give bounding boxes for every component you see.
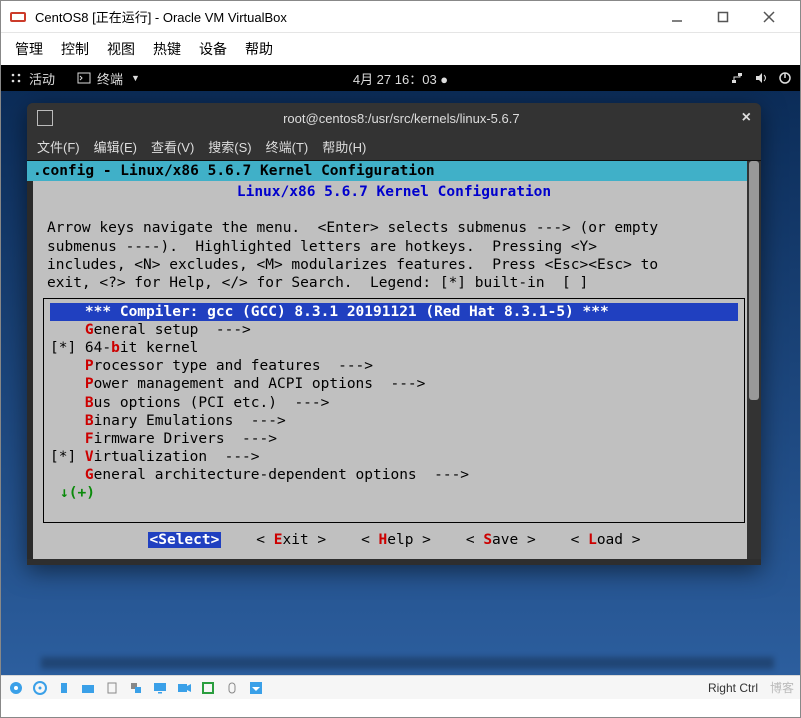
power-icon[interactable] [778,71,792,85]
menu-item-bus[interactable]: Bus options (PCI etc.) ---> [50,394,738,412]
vbox-titlebar[interactable]: CentOS8 [正在运行] - Oracle VM VirtualBox [1,1,800,33]
activities-label[interactable]: 活动 [29,69,55,88]
term-menu-edit[interactable]: 编辑(E) [94,137,137,156]
window-title: CentOS8 [正在运行] - Oracle VM VirtualBox [35,7,654,26]
terminal-title: root@centos8:/usr/src/kernels/linux-5.6.… [61,111,742,126]
menu-item-binary-emu[interactable]: Binary Emulations ---> [50,412,738,430]
term-menu-help[interactable]: 帮助(H) [322,137,366,156]
record-icon[interactable] [175,679,193,697]
menuconfig-listbox[interactable]: *** Compiler: gcc (GCC) 8.3.1 20191121 (… [43,298,745,523]
terminal-scrollbar[interactable] [747,161,761,559]
config-header: .config - Linux/x86 5.6.7 Kernel Configu… [27,161,761,181]
host-key-label[interactable]: Right Ctrl [708,681,758,695]
terminal-close-icon[interactable]: × [742,109,751,127]
term-menu-search[interactable]: 搜索(S) [208,137,251,156]
menu-control[interactable]: 控制 [61,39,89,59]
terminal-app-icon[interactable] [77,71,91,85]
terminal-body[interactable]: .config - Linux/x86 5.6.7 Kernel Configu… [27,161,761,559]
menu-help[interactable]: 帮助 [245,39,273,59]
menu-item-power[interactable]: Power management and ACPI options ---> [50,375,738,393]
network-icon[interactable] [730,71,744,85]
menu-item-general-setup[interactable]: General setup ---> [50,321,738,339]
term-menu-terminal[interactable]: 终端(T) [266,137,309,156]
drag-drop-icon[interactable] [127,679,145,697]
menuconfig-help: Arrow keys navigate the menu. <Enter> se… [33,201,755,292]
term-menu-view[interactable]: 查看(V) [151,137,194,156]
virtualbox-icon [9,8,27,26]
menu-view[interactable]: 视图 [107,39,135,59]
terminal-window: root@centos8:/usr/src/kernels/linux-5.6.… [27,103,761,565]
cpu-icon[interactable] [199,679,217,697]
btn-help[interactable]: < Help > [361,532,431,548]
menu-item-virtualization[interactable]: [*] Virtualization ---> [50,448,738,466]
btn-exit[interactable]: < Exit > [256,532,326,548]
display-icon[interactable] [151,679,169,697]
btn-select[interactable]: <Select> [148,532,222,548]
minimize-button[interactable] [654,2,700,32]
watermark: 博客 [770,679,794,696]
menu-item-64bit-kernel[interactable]: [*] 64-bit kernel [50,339,738,357]
terminal-newtab-icon[interactable] [37,110,53,126]
disk-icon[interactable] [7,679,25,697]
maximize-button[interactable] [700,2,746,32]
term-menu-file[interactable]: 文件(F) [37,137,80,156]
usb-icon[interactable] [55,679,73,697]
menu-devices[interactable]: 设备 [199,39,227,59]
menu-item-firmware[interactable]: Firmware Drivers ---> [50,430,738,448]
vbox-statusbar: Right Ctrl 博客 [1,675,800,699]
btn-load[interactable]: < Load > [571,532,641,548]
close-button[interactable] [746,2,792,32]
vbox-menubar: 管理 控制 视图 热键 设备 帮助 [1,33,800,65]
menu-item-compiler[interactable]: *** Compiler: gcc (GCC) 8.3.1 20191121 (… [50,303,738,321]
volume-icon[interactable] [754,71,768,85]
mouse-capture-icon[interactable] [223,679,241,697]
menu-item-gen-arch[interactable]: General architecture-dependent options -… [50,466,738,484]
menu-item-processor[interactable]: Processor type and features ---> [50,357,738,375]
current-app-label[interactable]: 终端 [97,69,123,88]
shared-folder-icon[interactable] [79,679,97,697]
gnome-topbar: 活动 终端 ▼ 4月 27 16：03 ● [1,65,800,91]
optical-icon[interactable] [31,679,49,697]
menuconfig-panel: Linux/x86 5.6.7 Kernel Configuration Arr… [33,181,755,559]
menuconfig-buttons: <Select> < Exit > < Help > < Save > < Lo… [33,531,755,549]
clipboard-icon[interactable] [103,679,121,697]
menu-manage[interactable]: 管理 [15,39,43,59]
terminal-menubar: 文件(F) 编辑(E) 查看(V) 搜索(S) 终端(T) 帮助(H) [27,133,761,161]
more-items-indicator: ↓(+) [50,484,738,502]
keyboard-capture-icon[interactable] [247,679,265,697]
menu-hotkeys[interactable]: 热键 [153,39,181,59]
app-menu-caret[interactable]: ▼ [131,73,140,83]
btn-save[interactable]: < Save > [466,532,536,548]
activities-icon[interactable] [9,71,23,85]
menuconfig-title: Linux/x86 5.6.7 Kernel Configuration [33,183,755,201]
terminal-titlebar[interactable]: root@centos8:/usr/src/kernels/linux-5.6.… [27,103,761,133]
guest-desktop: 活动 终端 ▼ 4月 27 16：03 ● root@centos8:/usr/… [1,65,800,675]
